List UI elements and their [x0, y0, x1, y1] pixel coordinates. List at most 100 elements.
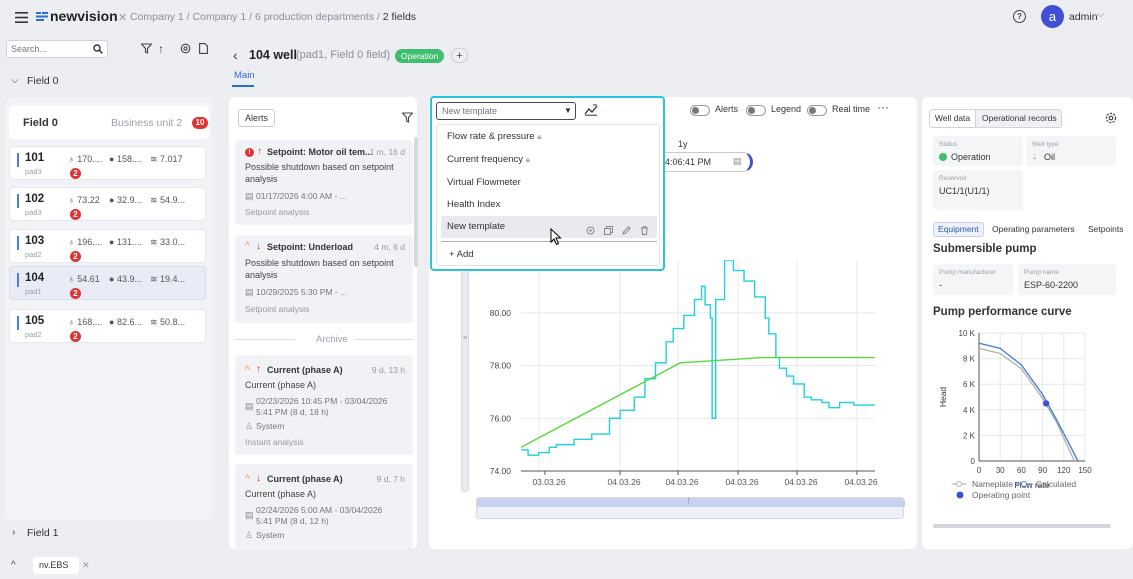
field-card-title: Field 0 [23, 117, 58, 129]
document-icon[interactable] [199, 43, 208, 57]
alerts-toggle-label: Alerts [715, 104, 739, 114]
alert-card[interactable]: ! ↑ Setpoint: Motor oil tem... 1 m, 16 d… [235, 140, 413, 225]
field1-group-label[interactable]: Field 1 [27, 527, 59, 539]
template-menu-item[interactable]: Flow rate & pressure 🔒︎ [441, 126, 657, 148]
well-metric-2-value: 131.... [116, 237, 142, 247]
alert-critical-icon: ! [245, 148, 254, 157]
well-pad: pad2 [25, 330, 42, 339]
menu-icon[interactable] [14, 10, 28, 24]
search-input[interactable] [7, 41, 95, 57]
panel-scrollbar[interactable] [933, 524, 1111, 528]
alert-title: Setpoint: Underload [267, 242, 353, 252]
y-tick-label: 76.00 [490, 413, 512, 423]
welltype-label: Well type [1032, 141, 1059, 148]
close-tab-icon[interactable]: ✕ [82, 560, 90, 571]
user-icon: ♙ [245, 421, 254, 431]
y-range-scrollbar[interactable]: ≡ [461, 268, 469, 492]
subtab-equipment[interactable]: Equipment [933, 222, 984, 237]
alert-date-2: 5:41 PM (8 d, 18 h) [256, 407, 329, 417]
template-menu-item[interactable]: Virtual Flowmeter [441, 172, 657, 194]
well-card[interactable]: 104 pad1 ♁ 54.61 ● 43.9... ≋ 19.4... 2 [9, 266, 206, 300]
breadcrumb-item[interactable]: Company 1 [192, 11, 246, 23]
breadcrumb-item[interactable]: Company 1 [130, 11, 184, 23]
well-alert-badge: 2 [70, 251, 81, 262]
alerts-toggle[interactable] [690, 104, 710, 116]
tab-operational-records[interactable]: Operational records [982, 110, 1057, 127]
well-card[interactable]: 101 pad3 ♁ 170.... ● 158.... ≋ 7.017 2 [9, 146, 206, 180]
chevron-up-icon[interactable]: ^ [11, 560, 16, 571]
well-metric-3: ≋ 54.9... [150, 195, 185, 206]
curve-title: Pump performance curve [933, 306, 1072, 318]
well-card[interactable]: 102 pad3 ♁ 73.22 ● 32.9... ≋ 54.9... 2 [9, 187, 206, 221]
add-tab-button[interactable]: + [451, 48, 468, 63]
field-card-header[interactable]: Field 0 Business unit 2 10 [9, 106, 209, 139]
help-icon[interactable]: ? [1013, 10, 1026, 23]
reservoir-info-box: Reservoir UC1/1(U1/1) [933, 170, 1023, 210]
chevron-down-icon[interactable]: ⌵ [11, 75, 19, 86]
template-menu-item[interactable]: Health Index [441, 194, 657, 216]
alert-card[interactable]: ^ ↑ Current (phase A) 9 d, 13 h Current … [235, 355, 413, 455]
search-box [6, 40, 108, 58]
well-metric-2-value: 82.6... [116, 317, 142, 327]
bottom-tab[interactable]: nv.EBS [33, 557, 79, 574]
alerts-scrollbar[interactable] [414, 137, 418, 267]
archive-label: Archive [316, 334, 348, 345]
well-card[interactable]: 103 pad2 ♁ 196.... ● 131.... ≋ 33.0... 2 [9, 229, 206, 263]
range-button-1y[interactable]: 1y [678, 139, 688, 149]
pump-curve-chart[interactable]: 02 K4 K6 K8 K10 K0 30 60 90 120 150HeadFlow r… [930, 322, 1125, 507]
pumpname-value: ESP-60-2200 [1024, 280, 1079, 290]
realtime-toggle[interactable] [807, 104, 827, 116]
calendar-icon[interactable]: ▤ [733, 156, 742, 167]
alerts-filter-icon[interactable] [401, 112, 414, 126]
well-metric-3: ≋ 50.8... [150, 317, 185, 328]
settings-icon[interactable] [180, 43, 191, 57]
y-tick-label: 4 K [963, 406, 976, 415]
time-picker[interactable]: 4:06:41 PM ▤ [662, 152, 753, 172]
bottom-bar: ^ nv.EBS ✕ [0, 555, 1133, 579]
panel-settings-icon[interactable] [1105, 112, 1117, 127]
breadcrumb-current: 2 fields [382, 11, 417, 23]
field0-group-label[interactable]: Field 0 [27, 75, 59, 87]
brand-name[interactable]: newvision [50, 8, 118, 24]
alert-date: 02/24/2026 5:00 AM - 03/04/2026 [256, 505, 383, 515]
tab-main[interactable]: Main [234, 70, 255, 81]
trend-chart[interactable]: 74.00 76.00 78.00 80.00 03.03.26 04.03.26 04.0… [470, 260, 890, 495]
filter-icon[interactable] [140, 43, 153, 57]
alert-title: Current (phase A) [267, 365, 343, 375]
drop-icon: ● [109, 195, 117, 205]
template-select[interactable]: ▼ [436, 102, 576, 120]
realtime-toggle-label: Real time [832, 104, 871, 114]
chevron-down-icon[interactable]: ⌵ [1097, 9, 1105, 20]
subtab-operating-parameters[interactable]: Operating parameters [992, 224, 1075, 234]
chevron-right-icon[interactable]: › [12, 527, 15, 538]
tab-well-data[interactable]: Well data [930, 110, 976, 127]
status-info-box: Status Operation [933, 136, 1023, 166]
legend-toggle[interactable] [746, 104, 766, 116]
sort-up-icon[interactable]: ↑ [158, 42, 164, 56]
back-chevron-icon[interactable]: ‹ [233, 47, 238, 63]
chevron-up-icon: ^ [245, 474, 250, 485]
search-icon[interactable] [93, 44, 103, 57]
x-range-scrollbar[interactable]: ⋮ [476, 497, 905, 519]
add-template-button[interactable]: + Add [449, 249, 474, 260]
alerts-button[interactable]: Alerts [238, 109, 276, 127]
user-name[interactable]: admin [1069, 11, 1098, 23]
y-axis-label: Head [938, 387, 948, 408]
template-menu-item[interactable]: Current frequency 🔒︎ [441, 149, 657, 171]
close-breadcrumb-icon[interactable]: ✕ [118, 11, 127, 24]
template-input[interactable] [437, 103, 557, 119]
alert-description-2: analysis [245, 270, 278, 280]
well-id: 101 [25, 152, 45, 164]
avatar[interactable]: a [1041, 5, 1064, 28]
alert-card[interactable]: ^ ↓ Setpoint: Underload 4 m, 6 d Possibl… [235, 235, 413, 323]
subtab-setpoints[interactable]: Setpoints [1088, 224, 1123, 234]
chevron-up-icon: ^ [245, 365, 250, 376]
caret-down-icon[interactable]: ▼ [564, 106, 572, 115]
alert-card[interactable]: ^ ↓ Current (phase A) 9 d, 7 h Current (… [235, 464, 413, 549]
well-card[interactable]: 105 pad2 ♁ 168.... ● 82.6... ≋ 50.8... 2 [9, 309, 206, 343]
breadcrumb-item[interactable]: 6 production departments [255, 11, 374, 23]
alert-date: 02/23/2026 10:45 PM - 03/04/2026 [256, 396, 388, 406]
template-menu-item-active[interactable]: New template [441, 216, 657, 238]
more-options-icon[interactable]: ··· [877, 100, 889, 114]
chart-add-icon[interactable] [584, 103, 598, 119]
